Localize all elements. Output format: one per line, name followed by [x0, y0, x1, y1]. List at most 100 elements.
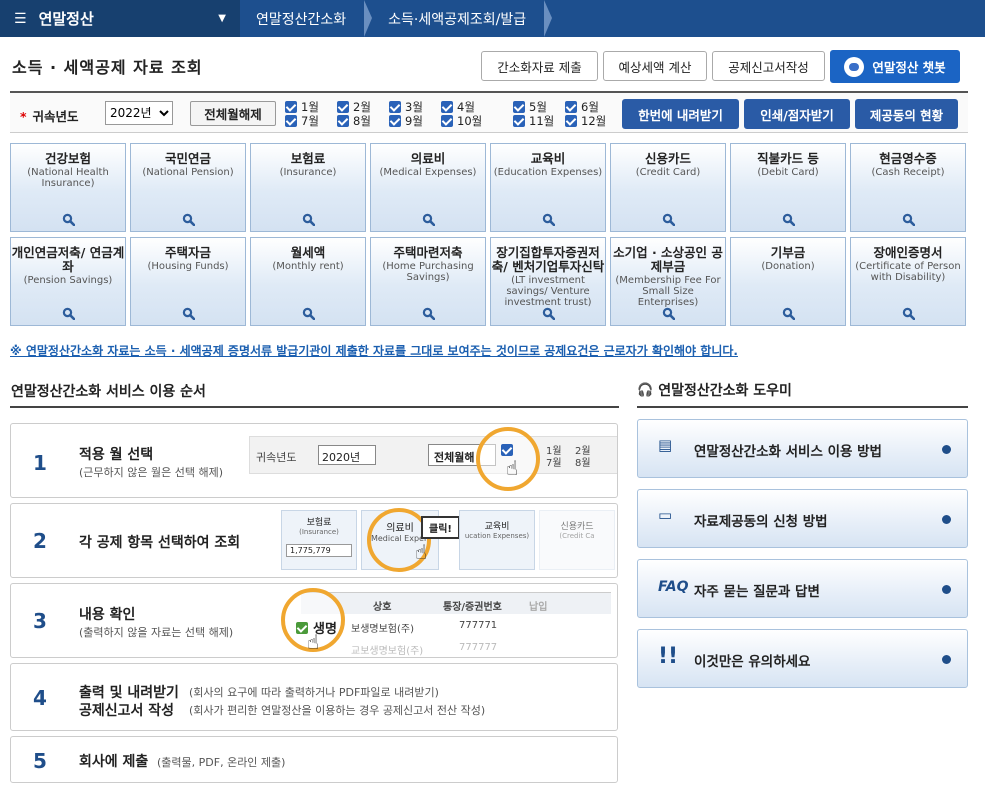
category-tile[interactable]: 건강보험 (National Health Insurance)	[10, 143, 126, 232]
chatbot-icon	[844, 56, 865, 77]
helper-faq-button[interactable]: FAQ 자주 묻는 질문과 답변	[637, 559, 968, 618]
checkbox-checked-icon[interactable]	[337, 101, 349, 113]
category-tile[interactable]: 보험료 (Insurance)	[250, 143, 366, 232]
category-tile[interactable]: 직불카드 등 (Debit Card)	[730, 143, 846, 232]
step-title: 적용 월 선택	[79, 447, 154, 463]
estimate-button[interactable]: 예상세액 계산	[603, 51, 707, 81]
search-icon[interactable]	[542, 211, 556, 227]
category-subtitle: (LT investment savings/ Venture investme…	[504, 275, 592, 308]
step-number: 2	[33, 529, 47, 553]
helper-usage-button[interactable]: ▤ 연말정산간소화 서비스 이용 방법	[637, 419, 968, 478]
helper-item-label: 이것만은 유의하세요	[694, 654, 811, 670]
search-icon[interactable]	[422, 211, 436, 227]
helper-caution-button[interactable]: !! 이것만은 유의하세요	[637, 629, 968, 688]
checkbox-checked-icon[interactable]	[513, 115, 525, 127]
search-icon[interactable]	[782, 211, 796, 227]
step-title: 내용 확인	[79, 607, 136, 623]
checkbox-checked-icon[interactable]	[389, 101, 401, 113]
category-tile[interactable]: 교육비 (Education Expenses)	[490, 143, 606, 232]
search-icon[interactable]	[182, 305, 196, 321]
category-tile[interactable]: 장기집합투자증권저축/ 벤처기업투자신탁 (LT investment savin…	[490, 237, 606, 326]
search-icon[interactable]	[662, 211, 676, 227]
step-sub: (회사의 요구에 따라 출력하거나 PDF파일로 내려받기)	[189, 686, 439, 699]
month-label: 9월	[405, 114, 423, 128]
print-button[interactable]: 인쇄/점자받기	[744, 99, 850, 129]
consent-status-button[interactable]: 제공동의 현황	[855, 99, 958, 129]
helper-consent-button[interactable]: ▭ 자료제공동의 신청 방법	[637, 489, 968, 548]
ill-year-select: 2020년	[318, 445, 376, 465]
search-icon[interactable]	[62, 211, 76, 227]
year-select[interactable]: 2022년	[105, 101, 173, 125]
search-icon[interactable]	[902, 305, 916, 321]
step-1: 1 적용 월 선택 (근무하지 않은 월은 선택 해제) 귀속년도 2020년 …	[10, 423, 618, 498]
category-tile[interactable]: 의료비 (Medical Expenses)	[370, 143, 486, 232]
category-tile[interactable]: 개인연금저축/ 연금계좌 (Pension Savings)	[10, 237, 126, 326]
checkbox-checked-icon[interactable]	[389, 115, 401, 127]
search-icon[interactable]	[782, 305, 796, 321]
category-tile[interactable]: 주택자금 (Housing Funds)	[130, 237, 246, 326]
download-all-button[interactable]: 한번에 내려받기	[622, 99, 739, 129]
category-tile[interactable]: 주택마련저축 (Home Purchasing Savings)	[370, 237, 486, 326]
category-title: 소기업 · 소상공인 공제부금	[613, 245, 723, 274]
chatbot-button[interactable]: 연말정산 챗봇	[830, 50, 960, 83]
search-icon[interactable]	[182, 211, 196, 227]
breadcrumb-1[interactable]: 연말정산간소화	[240, 0, 373, 37]
step-title: 각 공제 항목 선택하여 조회	[79, 535, 241, 551]
checkbox-checked-icon[interactable]	[441, 115, 453, 127]
faq-icon: FAQ	[658, 579, 689, 595]
report-button[interactable]: 공제신고서작성	[712, 51, 825, 81]
checkbox-checked-icon[interactable]	[565, 101, 577, 113]
home-label: 연말정산	[38, 10, 94, 28]
month-label: 8월	[353, 114, 371, 128]
month-checkbox-9[interactable]: 9월	[389, 113, 423, 129]
category-tile[interactable]: 국민연금 (National Pension)	[130, 143, 246, 232]
category-tile[interactable]: 신용카드 (Credit Card)	[610, 143, 726, 232]
chevron-down-icon[interactable]: ▼	[218, 13, 226, 24]
step-sub-2: (회사가 편리한 연말정산을 이용하는 경우 공제신고서 전산 작성)	[189, 704, 486, 717]
month-label: 10월	[457, 114, 483, 128]
top-nav: ☰ 연말정산 ▼ 연말정산간소화 소득·세액공제조회/발급	[0, 0, 985, 37]
search-icon[interactable]	[542, 305, 556, 321]
search-icon[interactable]	[662, 305, 676, 321]
ill-row1-no: 777771	[459, 620, 498, 631]
step1-illustration: 귀속년도 2020년 전체월해 1월 7월 2월 8월	[249, 436, 617, 474]
chatbot-label: 연말정산 챗봇	[872, 60, 946, 75]
checkbox-checked-icon[interactable]	[337, 115, 349, 127]
checkbox-checked-icon[interactable]	[441, 101, 453, 113]
month-checkbox-10[interactable]: 10월	[441, 113, 482, 129]
category-subtitle: (Insurance)	[279, 167, 337, 178]
search-icon[interactable]	[62, 305, 76, 321]
ill-checkbox	[501, 444, 513, 456]
category-subtitle: (National Health Insurance)	[27, 167, 109, 189]
category-tile[interactable]: 장애인증명서 (Certificate of Person with Disabi…	[850, 237, 966, 326]
step-sub: (근무하지 않은 월은 선택 해제)	[79, 466, 224, 479]
checkbox-checked-icon[interactable]	[285, 115, 297, 127]
search-icon[interactable]	[902, 211, 916, 227]
category-tile[interactable]: 기부금 (Donation)	[730, 237, 846, 326]
category-subtitle: (Membership Fee For Small Size Enterpris…	[615, 275, 721, 308]
submit-button[interactable]: 간소화자료 제출	[481, 51, 598, 81]
month-checkbox-8[interactable]: 8월	[337, 113, 371, 129]
category-tile[interactable]: 소기업 · 소상공인 공제부금 (Membership Fee For Small…	[610, 237, 726, 326]
breadcrumb-2[interactable]: 소득·세액공제조회/발급	[372, 0, 553, 37]
search-icon[interactable]	[422, 305, 436, 321]
checkbox-checked-icon[interactable]	[565, 115, 577, 127]
hamburger-icon[interactable]: ☰	[14, 11, 27, 27]
month-checkbox-7[interactable]: 7월	[285, 113, 319, 129]
step-2: 2 각 공제 항목 선택하여 조회 보험료 (Insurance) 1,775,…	[10, 503, 618, 578]
notice-link[interactable]: ※ 연말정산간소화 자료는 소득 · 세액공제 증명서류 발급기관이 제출한 자…	[10, 342, 738, 359]
category-title: 현금영수증	[879, 151, 937, 166]
clear-months-button[interactable]: 전체월해제	[190, 101, 276, 126]
month-checkbox-11[interactable]: 11월	[513, 113, 554, 129]
month-checkbox-12[interactable]: 12월	[565, 113, 606, 129]
home-menu[interactable]: ☰ 연말정산 ▼	[0, 0, 240, 37]
search-icon[interactable]	[302, 211, 316, 227]
checkbox-checked-icon[interactable]	[513, 101, 525, 113]
category-title: 교육비	[530, 151, 566, 166]
category-tile[interactable]: 현금영수증 (Cash Receipt)	[850, 143, 966, 232]
search-icon[interactable]	[302, 305, 316, 321]
document-edit-icon: ▤	[658, 436, 673, 454]
category-title: 신용카드	[644, 151, 691, 166]
category-tile[interactable]: 월세액 (Monthly rent)	[250, 237, 366, 326]
checkbox-checked-icon[interactable]	[285, 101, 297, 113]
